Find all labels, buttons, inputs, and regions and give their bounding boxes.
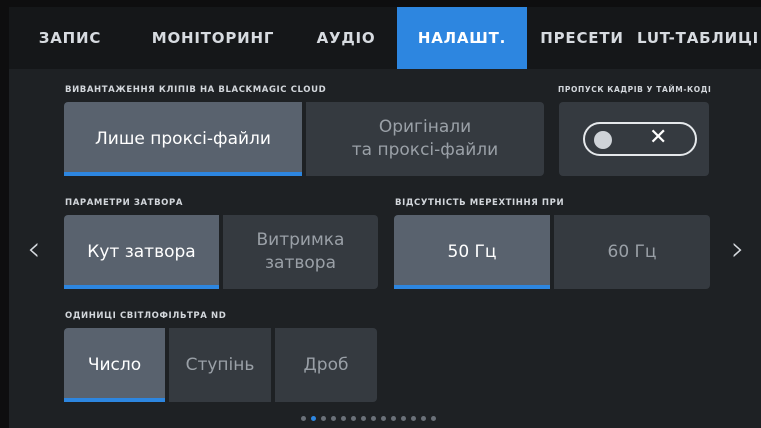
- tab-audio[interactable]: АУДІО: [295, 7, 397, 69]
- close-icon: ✕: [649, 125, 668, 150]
- tab-setup[interactable]: НАЛАШТ.: [397, 7, 527, 69]
- drop-frame-toggle[interactable]: ✕: [583, 122, 697, 156]
- tab-monitor[interactable]: МОНІТОРИНГ: [131, 7, 295, 69]
- page-dot[interactable]: [411, 416, 416, 421]
- cloud-upload-label: ВИВАНТАЖЕННЯ КЛІПІВ НА BLACKMAGIC CLOUD: [65, 85, 327, 95]
- shutter-label: ПАРАМЕТРИ ЗАТВОРА: [65, 198, 183, 208]
- page-dot[interactable]: [391, 416, 396, 421]
- proxy-only-button[interactable]: Лише проксі-файли: [64, 102, 302, 176]
- page-dot[interactable]: [351, 416, 356, 421]
- page-indicator: [301, 416, 436, 421]
- flicker-50hz-button[interactable]: 50 Гц: [394, 215, 550, 289]
- drop-frame-label: ПРОПУСК КАДРІВ У ТАЙМ-КОДІ: [558, 85, 712, 94]
- tab-luts[interactable]: LUT-ТАБЛИЦІ: [637, 7, 761, 69]
- page-dot[interactable]: [361, 416, 366, 421]
- nd-fraction-button[interactable]: Дроб: [275, 328, 377, 402]
- page-dot[interactable]: [301, 416, 306, 421]
- page-dot[interactable]: [421, 416, 426, 421]
- tab-presets[interactable]: ПРЕСЕТИ: [527, 7, 637, 69]
- drop-frame-panel: ✕: [559, 102, 709, 176]
- shutter-speed-button[interactable]: Витримка затвора: [223, 215, 378, 289]
- settings-screen: ЗАПИС МОНІТОРИНГ АУДІО НАЛАШТ. ПРЕСЕТИ L…: [9, 7, 761, 428]
- nd-units-label: ОДИНИЦІ СВІТЛОФІЛЬТРА ND: [65, 311, 227, 321]
- tab-bar: ЗАПИС МОНІТОРИНГ АУДІО НАЛАШТ. ПРЕСЕТИ L…: [9, 7, 761, 69]
- page-dot[interactable]: [331, 416, 336, 421]
- page-dot[interactable]: [431, 416, 436, 421]
- page-dot[interactable]: [321, 416, 326, 421]
- page-dot[interactable]: [371, 416, 376, 421]
- toggle-knob-icon: [594, 131, 612, 149]
- page-dot-active[interactable]: [311, 416, 316, 421]
- original-and-proxy-button[interactable]: Оригінали та проксі-файли: [306, 102, 544, 176]
- shutter-angle-button[interactable]: Кут затвора: [64, 215, 219, 289]
- page-dot[interactable]: [401, 416, 406, 421]
- chevron-left-icon[interactable]: ‹: [27, 229, 41, 269]
- flicker-label: ВІДСУТНІСТЬ МЕРЕХТІННЯ ПРИ: [395, 198, 565, 208]
- tab-record[interactable]: ЗАПИС: [9, 7, 131, 69]
- nd-stop-button[interactable]: Ступінь: [169, 328, 271, 402]
- nd-number-button[interactable]: Число: [64, 328, 165, 402]
- page-dot[interactable]: [341, 416, 346, 421]
- flicker-60hz-button[interactable]: 60 Гц: [554, 215, 710, 289]
- page-dot[interactable]: [381, 416, 386, 421]
- chevron-right-icon[interactable]: ›: [731, 229, 745, 269]
